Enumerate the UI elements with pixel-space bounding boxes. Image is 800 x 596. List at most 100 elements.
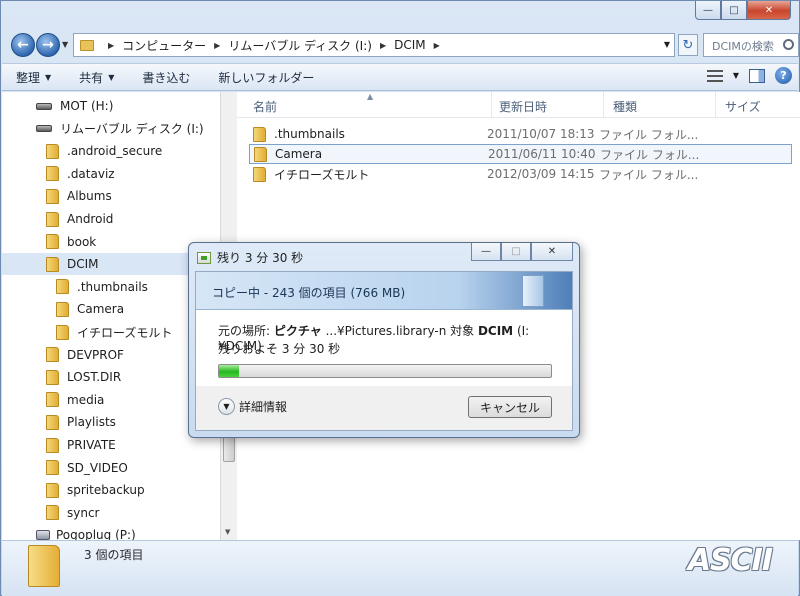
file-date: 2012/03/09 14:15 bbox=[487, 167, 595, 181]
folder-icon bbox=[56, 301, 69, 317]
organize-menu[interactable]: 整理 ▼ bbox=[2, 64, 65, 90]
folder-icon bbox=[46, 188, 59, 204]
column-header-name[interactable]: 名前 bbox=[253, 98, 277, 115]
nav-tree-label: イチローズモルト bbox=[77, 325, 173, 340]
cancel-button[interactable]: キャンセル bbox=[468, 396, 552, 418]
nav-tree-item[interactable]: Albums bbox=[2, 185, 220, 207]
folder-icon bbox=[46, 347, 59, 363]
chevron-down-icon: ▼ bbox=[108, 72, 115, 82]
more-details-label: 詳細情報 bbox=[239, 400, 288, 414]
column-divider[interactable] bbox=[715, 92, 716, 118]
file-type: ファイル フォル... bbox=[600, 147, 700, 162]
search-input[interactable]: DCIMの検索 bbox=[703, 33, 799, 57]
file-name-cell: イチローズモルト bbox=[249, 166, 487, 183]
folder-icon bbox=[46, 256, 59, 272]
column-divider[interactable] bbox=[603, 92, 604, 118]
command-bar: 整理 ▼ 共有 ▼ 書き込む 新しいフォルダー ▼ ? bbox=[2, 63, 798, 91]
back-arrow-icon: ← bbox=[17, 37, 29, 53]
new-folder-button[interactable]: 新しいフォルダー bbox=[204, 64, 328, 90]
folder-icon bbox=[46, 392, 59, 408]
organize-label: 整理 bbox=[16, 70, 41, 85]
file-name-cell: Camera bbox=[250, 146, 488, 162]
address-bar[interactable]: ▶ コンピューター ▶ リムーバブル ディスク (I:) ▶ DCIM ▶ ▼ bbox=[73, 33, 675, 57]
share-menu[interactable]: 共有 ▼ bbox=[65, 64, 128, 90]
file-date: 2011/06/11 10:40 bbox=[488, 147, 596, 161]
chevron-down-icon[interactable]: ▼ bbox=[733, 71, 739, 80]
nav-tree-label: book bbox=[67, 234, 97, 249]
file-name: Camera bbox=[275, 147, 323, 161]
help-icon[interactable]: ? bbox=[775, 67, 792, 84]
nav-tree-item[interactable]: リムーバブル ディスク (I:) bbox=[2, 118, 220, 140]
breadcrumb-removable-disk[interactable]: リムーバブル ディスク (I:) bbox=[228, 37, 372, 54]
file-row[interactable]: イチローズモルト 2012/03/09 14:15 ファイル フォル... bbox=[249, 164, 792, 184]
dialog-minimize-button[interactable]: — bbox=[471, 243, 501, 261]
item-count: 3 個の項目 bbox=[84, 548, 144, 562]
column-header-type[interactable]: 種類 bbox=[613, 98, 637, 115]
nav-tree-item[interactable]: spritebackup bbox=[2, 479, 220, 501]
refresh-button[interactable]: ↻ bbox=[678, 34, 698, 56]
folder-icon bbox=[46, 143, 59, 159]
breadcrumb-separator-icon[interactable]: ▶ bbox=[214, 41, 220, 50]
nav-tree-label: DCIM bbox=[67, 257, 99, 272]
breadcrumb-separator-icon[interactable]: ▶ bbox=[108, 41, 114, 50]
source-link[interactable]: ピクチャ bbox=[274, 324, 322, 338]
close-button[interactable]: ✕ bbox=[747, 1, 791, 20]
nav-tree-item[interactable]: .android_secure bbox=[2, 140, 220, 162]
breadcrumb-dcim[interactable]: DCIM bbox=[394, 38, 426, 52]
maximize-button[interactable]: □ bbox=[721, 1, 747, 20]
address-history-dropdown[interactable]: ▼ bbox=[664, 40, 670, 49]
more-details-button[interactable]: ▼ 詳細情報 bbox=[218, 398, 287, 415]
nav-tree-label: Playlists bbox=[67, 415, 116, 430]
folder-icon bbox=[46, 437, 59, 453]
recent-pages-dropdown[interactable]: ▼ bbox=[62, 40, 68, 49]
nav-tree-item[interactable]: Android bbox=[2, 208, 220, 230]
breadcrumb-separator-icon[interactable]: ▶ bbox=[434, 41, 440, 50]
dialog-close-button[interactable]: ✕ bbox=[531, 243, 573, 261]
copy-summary-header: コピー中 - 243 個の項目 (766 MB) bbox=[196, 272, 572, 310]
folder-icon bbox=[56, 279, 69, 295]
breadcrumb-computer[interactable]: コンピューター bbox=[122, 37, 206, 54]
address-row: ← → ▼ ▶ コンピューター ▶ リムーバブル ディスク (I:) ▶ DCI… bbox=[9, 31, 799, 59]
nav-tree-item[interactable]: .dataviz bbox=[2, 163, 220, 185]
copy-progress-dialog: 残り 3 分 30 秒 — □ ✕ コピー中 - 243 個の項目 (766 M… bbox=[188, 242, 580, 438]
file-name-cell: .thumbnails bbox=[249, 126, 487, 142]
preview-pane-icon[interactable] bbox=[749, 68, 765, 83]
folder-icon bbox=[46, 505, 59, 521]
folder-icon bbox=[80, 39, 94, 51]
status-bar: 3 個の項目 ASCII bbox=[2, 540, 798, 596]
file-type: ファイル フォル... bbox=[599, 127, 699, 142]
folder-icon bbox=[46, 460, 59, 476]
copy-icon bbox=[197, 251, 211, 264]
forward-button[interactable]: → bbox=[36, 33, 60, 57]
share-label: 共有 bbox=[79, 70, 104, 85]
burn-button[interactable]: 書き込む bbox=[128, 64, 204, 90]
nav-tree-item[interactable]: SD_VIDEO bbox=[2, 457, 220, 479]
nav-tree-item[interactable]: syncr bbox=[2, 502, 220, 524]
nav-tree-label: syncr bbox=[67, 505, 100, 520]
breadcrumb-separator-icon[interactable]: ▶ bbox=[380, 41, 386, 50]
drive-icon bbox=[36, 125, 52, 133]
dialog-controls: — □ ✕ bbox=[471, 243, 573, 261]
minimize-button[interactable]: — bbox=[695, 1, 721, 20]
folder-icon bbox=[46, 369, 59, 385]
destination-link[interactable]: DCIM bbox=[478, 324, 513, 338]
column-header-size[interactable]: サイズ bbox=[725, 98, 761, 115]
copy-progress-bar bbox=[218, 364, 552, 378]
search-icon bbox=[783, 39, 794, 50]
views-icon[interactable] bbox=[706, 69, 723, 82]
file-row[interactable]: .thumbnails 2011/10/07 18:13 ファイル フォル... bbox=[249, 124, 792, 144]
nav-tree-label: .android_secure bbox=[67, 144, 163, 159]
window-controls: — □ ✕ bbox=[695, 1, 791, 21]
back-button[interactable]: ← bbox=[11, 33, 35, 57]
file-row[interactable]: Camera 2011/06/11 10:40 ファイル フォル... bbox=[249, 144, 792, 164]
scroll-down-icon[interactable]: ▼ bbox=[225, 528, 230, 536]
nav-tree-item[interactable]: PRIVATE bbox=[2, 434, 220, 456]
nav-tree-label: MOT (H:) bbox=[60, 99, 114, 113]
nav-tree-item[interactable]: Pogoplug (P:) bbox=[2, 524, 220, 540]
chevron-down-icon: ▼ bbox=[45, 72, 52, 82]
nav-tree-item[interactable]: MOT (H:) bbox=[2, 95, 220, 117]
drive-icon bbox=[36, 530, 50, 540]
column-divider[interactable] bbox=[491, 92, 492, 118]
column-header-date[interactable]: 更新日時 bbox=[499, 98, 547, 115]
folder-large-icon bbox=[28, 545, 60, 587]
